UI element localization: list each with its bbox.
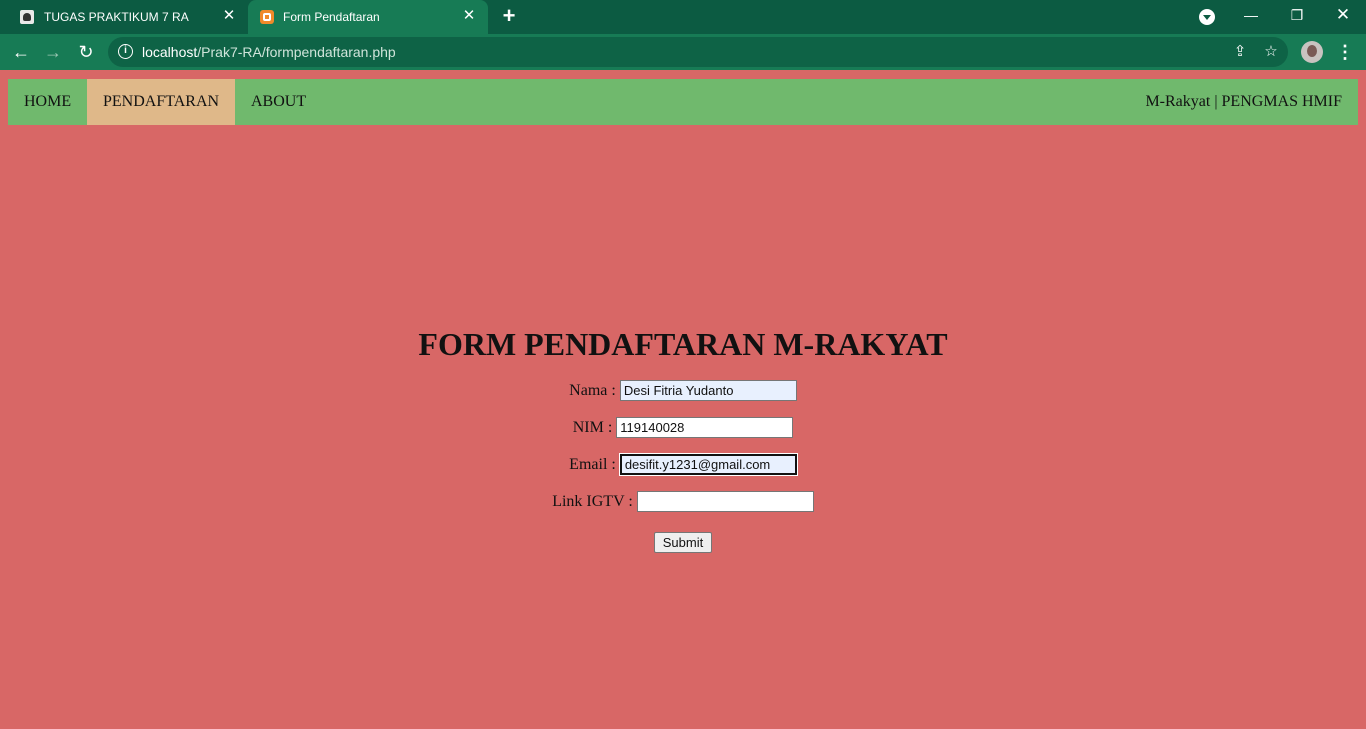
nav-home[interactable]: HOME [8,79,87,125]
minimize-icon[interactable]: — [1228,0,1274,32]
url-path: /Prak7-RA/formpendaftaran.php [197,44,396,60]
site-navbar: HOME PENDAFTARAN ABOUT M-Rakyat | PENGMA… [8,79,1358,125]
browser-tab-2[interactable]: Form Pendaftaran ✕ [248,0,488,34]
nama-label: Nama : [569,381,616,399]
back-arrow-icon[interactable]: ← [9,40,33,64]
close-icon[interactable]: ✕ [460,7,478,25]
browser-toolbar: ← → ↻ i localhost/Prak7-RA/formpendaftar… [0,34,1366,70]
nav-about[interactable]: ABOUT [235,79,322,125]
form-row-link-igtv: Link IGTV : [0,483,1366,520]
email-input[interactable] [618,453,798,476]
xampp-icon [260,10,274,24]
new-tab-icon[interactable]: + [498,5,520,27]
tab-search-icon[interactable] [1199,9,1215,25]
submit-button[interactable]: Submit [654,531,712,553]
kebab-menu-icon[interactable]: ⋮ [1336,40,1354,64]
nav-pendaftaran[interactable]: PENDAFTARAN [87,79,235,125]
form-row-email: Email : [0,446,1366,483]
registration-form: FORM PENDAFTARAN M-RAKYAT Nama : NIM : E… [0,320,1366,564]
link-igtv-label: Link IGTV : [552,492,633,510]
window-close-icon[interactable]: ✕ [1320,0,1366,32]
nim-input[interactable] [616,417,794,438]
share-icon[interactable]: ⇪ [1230,42,1250,62]
restore-icon[interactable]: ❐ [1274,0,1320,32]
profile-avatar[interactable] [1301,41,1323,63]
browser-tab-1[interactable]: TUGAS PRAKTIKUM 7 RA ✕ [0,0,248,34]
site-brand: M-Rakyat | PENGMAS HMIF [1145,93,1342,110]
address-bar[interactable]: i localhost/Prak7-RA/formpendaftaran.php… [108,37,1288,67]
tab-title: Form Pendaftaran [283,10,380,24]
url-text[interactable]: localhost/Prak7-RA/formpendaftaran.php [142,44,396,60]
user-square-icon [20,10,34,24]
browser-tabstrip: TUGAS PRAKTIKUM 7 RA ✕ Form Pendaftaran … [0,0,1366,34]
form-row-nim: NIM : [0,409,1366,446]
bookmark-star-icon[interactable]: ☆ [1261,42,1281,62]
submit-row: Submit [0,520,1366,564]
tab-title: TUGAS PRAKTIKUM 7 RA [44,10,189,24]
form-row-nama: Nama : [0,372,1366,409]
form-title: FORM PENDAFTARAN M-RAKYAT [418,326,948,362]
info-icon[interactable]: i [118,44,133,59]
reload-icon[interactable]: ↻ [74,40,98,64]
close-icon[interactable]: ✕ [220,7,238,25]
nim-label: NIM : [572,418,613,436]
url-host: localhost [142,44,198,60]
nama-input[interactable] [619,380,797,401]
forward-arrow-icon[interactable]: → [41,40,65,64]
link-igtv-input[interactable] [636,491,814,512]
email-label: Email : [569,455,616,473]
